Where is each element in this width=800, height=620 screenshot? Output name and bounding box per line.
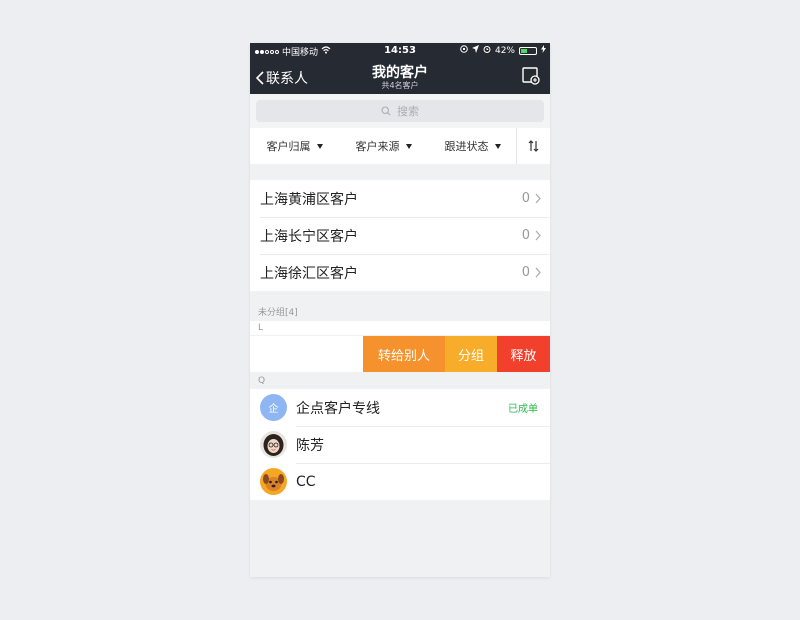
chevron-right-icon [535, 230, 541, 241]
lock-rotation-icon [460, 45, 468, 56]
avatar-text: 企 [268, 404, 279, 415]
group-count: 0 [521, 228, 530, 243]
filter-owner[interactable]: 客户归属 [250, 138, 339, 154]
filter-status-label: 跟进状态 [444, 140, 489, 153]
search-placeholder: 搜索 [397, 105, 419, 118]
page-title: 我的客户 [372, 65, 428, 81]
contact-name: 企点客户专线 [296, 400, 380, 417]
top-bar: 中国移动 14:53 42% 联系人 我的客户 共4名客户 [250, 43, 550, 94]
page-subtitle: 共4名客户 [381, 81, 419, 90]
sort-button[interactable] [516, 128, 550, 164]
group-row[interactable]: 上海长宁区客户 0 [250, 217, 550, 254]
contact-row[interactable]: 陈芳 [250, 426, 550, 463]
group-list: 上海黄浦区客户 0 上海长宁区客户 0 上海徐汇区客户 0 [250, 180, 550, 291]
person-photo-icon [260, 431, 287, 458]
index-letter-q: Q [250, 374, 550, 388]
battery-percent: 42% [494, 45, 515, 56]
avatar [260, 431, 287, 458]
search-icon [381, 106, 391, 116]
filter-source[interactable]: 客户来源 [339, 138, 428, 154]
cartoon-dog-icon [260, 468, 287, 495]
alarm-icon [483, 45, 491, 56]
contact-row[interactable]: 企 企点客户专线 已成单 [250, 389, 550, 426]
contact-row[interactable]: CC [250, 463, 550, 500]
filter-owner-label: 客户归属 [266, 140, 311, 153]
chevron-right-icon [535, 193, 541, 204]
group-name: 上海黄浦区客户 [260, 191, 358, 208]
avatar: 企 [260, 394, 287, 421]
group-name: 上海长宁区客户 [260, 228, 358, 245]
group-row[interactable]: 上海黄浦区客户 0 [250, 180, 550, 217]
contact-list: 企 企点客户专线 已成单 陈芳 CC [250, 389, 550, 500]
status-bar: 中国移动 14:53 42% [250, 43, 550, 59]
ungrouped-label: 未分组[4] [258, 308, 298, 318]
filter-source-label: 客户来源 [355, 140, 400, 153]
group-name: 上海徐汇区客户 [260, 265, 358, 282]
location-icon [471, 45, 479, 56]
add-customer-button[interactable] [522, 67, 540, 89]
release-button[interactable]: 释放 [497, 336, 550, 372]
contact-name: 陈芳 [296, 437, 324, 454]
charging-icon [541, 45, 546, 56]
index-letter-l: L [250, 321, 550, 335]
contact-name: CC [296, 473, 316, 490]
group-count: 0 [521, 265, 530, 280]
dropdown-arrow-icon [405, 143, 412, 149]
group-button[interactable]: 分组 [445, 336, 497, 372]
chevron-right-icon [535, 267, 541, 278]
battery-icon [519, 46, 537, 55]
dropdown-arrow-icon [494, 143, 501, 149]
add-document-icon [522, 67, 540, 85]
avatar [260, 468, 287, 495]
swipe-actions-row: 转给别人 分组 释放 [250, 336, 550, 372]
phone-screen: 中国移动 14:53 42% 联系人 我的客户 共4名客户 搜索 客户归属 客户… [250, 43, 550, 577]
dropdown-arrow-icon [316, 143, 323, 149]
filter-status[interactable]: 跟进状态 [428, 138, 517, 154]
search-bar: 搜索 [250, 94, 550, 128]
sort-icon [528, 140, 538, 152]
group-row[interactable]: 上海徐汇区客户 0 [250, 254, 550, 291]
search-input[interactable]: 搜索 [256, 100, 544, 122]
group-count: 0 [521, 191, 530, 206]
transfer-button[interactable]: 转给别人 [363, 336, 445, 372]
deal-status-badge: 已成单 [508, 404, 538, 415]
filter-bar: 客户归属 客户来源 跟进状态 [250, 128, 550, 164]
